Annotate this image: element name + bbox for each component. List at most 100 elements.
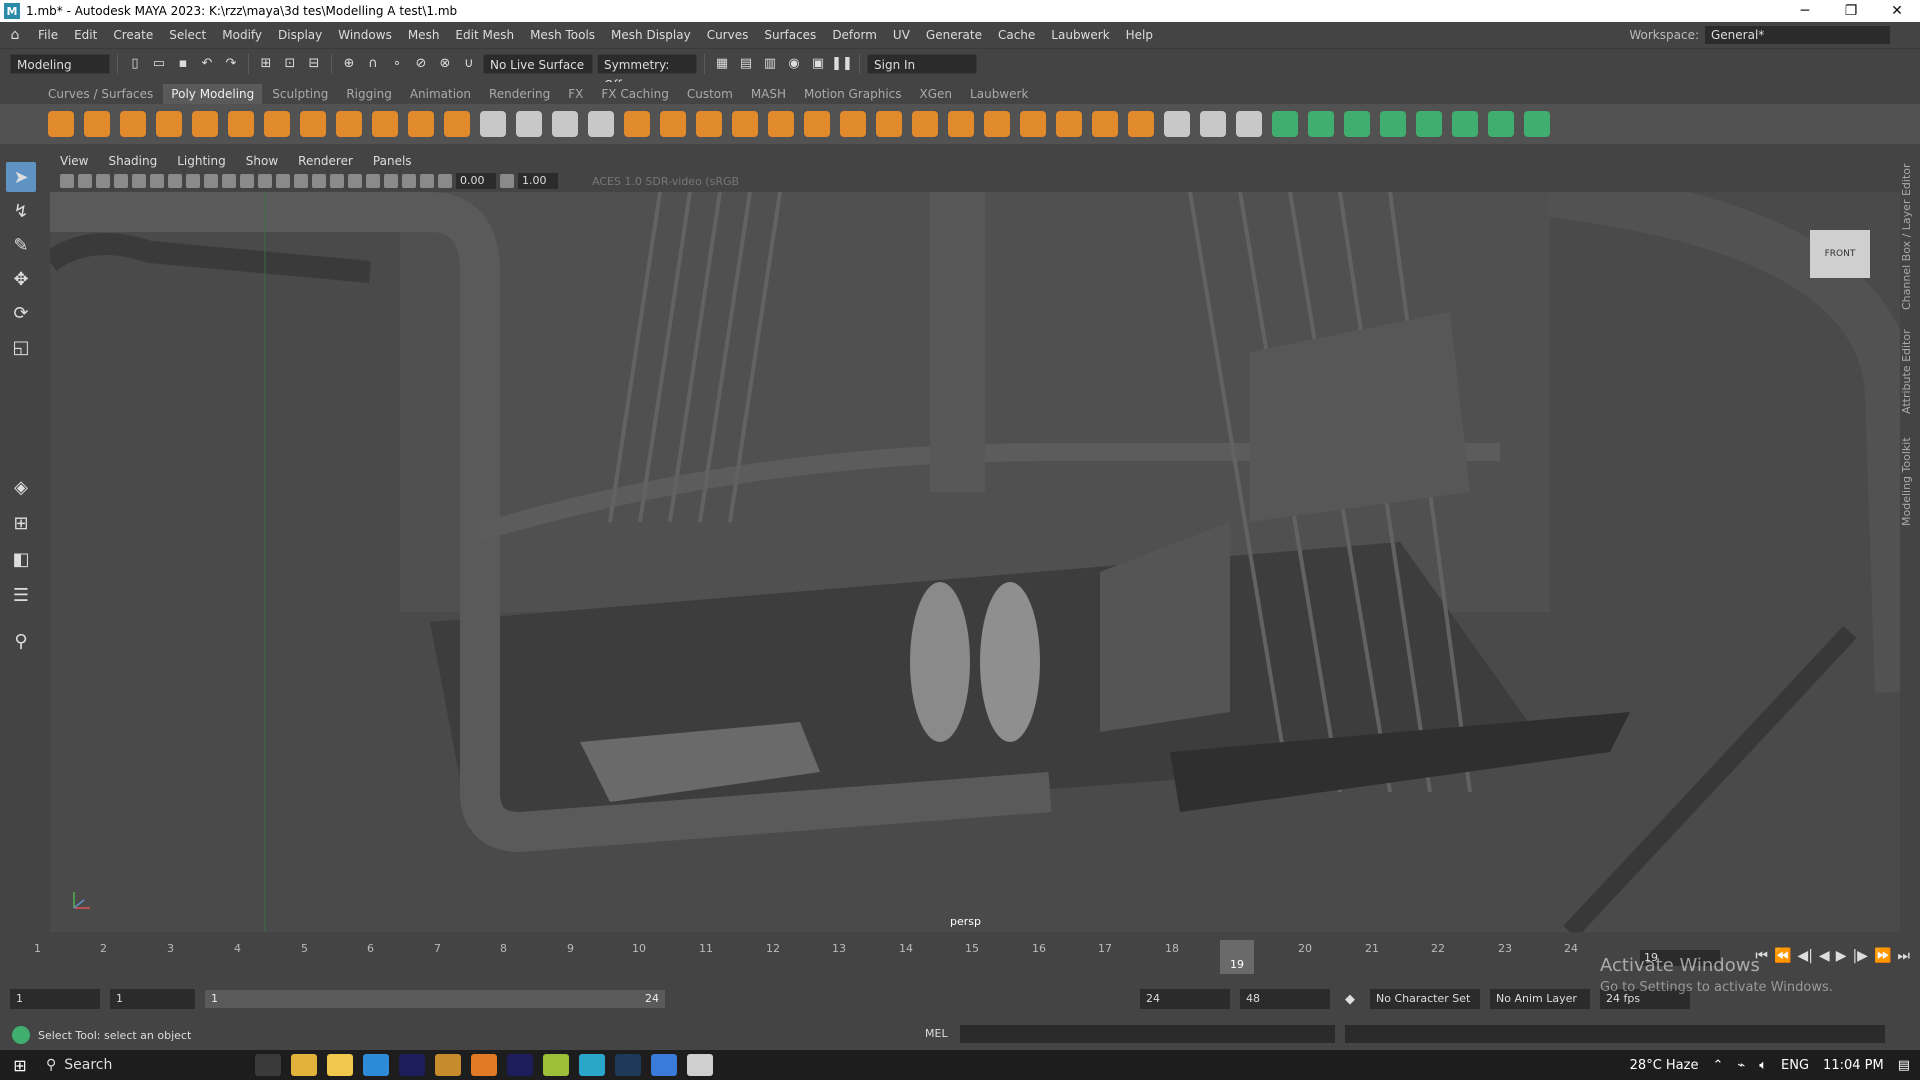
photoshop-icon[interactable]	[615, 1054, 641, 1076]
shelf-tab-mash[interactable]: MASH	[743, 84, 794, 104]
scene-end-field[interactable]: 48	[1240, 989, 1330, 1009]
scale-icon[interactable]: ◱	[6, 332, 36, 362]
render-view-icon[interactable]: ▣	[808, 54, 828, 74]
attribute-editor-tab[interactable]: Attribute Editor	[1900, 322, 1920, 422]
super-shape-icon[interactable]	[336, 111, 362, 137]
menu-generate[interactable]: Generate	[918, 22, 990, 48]
svg-tool-icon[interactable]	[444, 111, 470, 137]
combine-icon[interactable]	[624, 111, 650, 137]
quad-draw-icon[interactable]	[876, 111, 902, 137]
anim-layer-dropdown[interactable]: No Anim Layer	[1490, 989, 1590, 1009]
paint-select-icon[interactable]: ✎	[6, 230, 36, 260]
wireframe-on-shaded-icon[interactable]	[258, 174, 272, 188]
pause-render-icon[interactable]: ❚❚	[831, 54, 853, 74]
menu-mesh[interactable]: Mesh	[400, 22, 448, 48]
platonic-solid-icon[interactable]	[300, 111, 326, 137]
script-editor-icon[interactable]	[12, 1026, 30, 1044]
rotate-icon[interactable]: ⟳	[6, 298, 36, 328]
spin-edge-icon[interactable]	[1524, 111, 1550, 137]
shadows-icon[interactable]	[312, 174, 326, 188]
snap-view-icon[interactable]: ⊘	[411, 54, 431, 74]
magnet-icon[interactable]: ∪	[459, 54, 479, 74]
save-scene-icon[interactable]: ▪	[173, 54, 193, 74]
poke-icon[interactable]	[1380, 111, 1406, 137]
shelf-tab-motion-graphics[interactable]: Motion Graphics	[796, 84, 910, 104]
snap-point-icon[interactable]: ∘	[387, 54, 407, 74]
symmetry-dropdown[interactable]: Symmetry: Off	[597, 53, 697, 92]
app-icon[interactable]	[543, 1054, 569, 1076]
shelf-tab-sculpting[interactable]: Sculpting	[264, 84, 336, 104]
gate-mask-icon[interactable]	[168, 174, 182, 188]
live-surface-field[interactable]: No Live Surface	[483, 53, 593, 74]
task-view-icon[interactable]	[255, 1054, 281, 1076]
menu-surfaces[interactable]: Surfaces	[756, 22, 824, 48]
playback-end-field[interactable]: 24	[1140, 989, 1230, 1009]
menu-curves[interactable]: Curves	[699, 22, 757, 48]
app-icon[interactable]	[435, 1054, 461, 1076]
remesh-icon[interactable]	[804, 111, 830, 137]
step-back-frame-icon[interactable]: ◀︎|	[1797, 948, 1812, 964]
gamma-field[interactable]: 1.00	[518, 173, 558, 189]
safe-action-icon[interactable]	[204, 174, 218, 188]
single-perspective-layout-icon[interactable]: ◈	[6, 472, 36, 502]
scene-start-field[interactable]: 1	[10, 989, 100, 1009]
volume-icon[interactable]: 🔈︎	[1759, 1058, 1767, 1073]
current-frame-marker[interactable]: 19	[1220, 940, 1254, 974]
poly-cone-icon[interactable]	[156, 111, 182, 137]
minimize-button[interactable]: ─	[1782, 0, 1828, 22]
command-line-input[interactable]	[960, 1025, 1335, 1043]
transform-constraint-icon[interactable]	[516, 111, 542, 137]
viewcube[interactable]: FRONT	[1810, 230, 1870, 278]
panel-menu-renderer[interactable]: Renderer	[288, 154, 363, 168]
center-pivot-icon[interactable]	[552, 111, 578, 137]
xray-icon[interactable]	[402, 174, 416, 188]
panel-menu-panels[interactable]: Panels	[363, 154, 422, 168]
retopo-icon[interactable]	[840, 111, 866, 137]
insert-edge-loop-icon[interactable]	[1200, 111, 1226, 137]
sweep-mesh-icon[interactable]	[372, 111, 398, 137]
snap-surface-icon[interactable]: ⊗	[435, 54, 455, 74]
poly-cube-icon[interactable]	[84, 111, 110, 137]
open-scene-icon[interactable]: ▭	[149, 54, 169, 74]
shelf-tab-fx-caching[interactable]: FX Caching	[593, 84, 676, 104]
ambient-occlusion-icon[interactable]	[330, 174, 344, 188]
vlc-icon[interactable]	[471, 1054, 497, 1076]
maya-taskbar-icon[interactable]	[579, 1054, 605, 1076]
menu-laubwerk[interactable]: Laubwerk	[1043, 22, 1117, 48]
file-explorer-icon[interactable]	[327, 1054, 353, 1076]
target-weld-icon[interactable]	[1308, 111, 1334, 137]
premiere-icon[interactable]	[507, 1054, 533, 1076]
weather-widget[interactable]: 28°C Haze	[1630, 1058, 1699, 1073]
four-view-layout-icon[interactable]: ⊞	[6, 508, 36, 538]
wireframe-icon[interactable]	[222, 174, 236, 188]
windows-start-icon[interactable]: ⊞	[0, 1050, 40, 1080]
select-object-icon[interactable]: ⊡	[280, 54, 300, 74]
camera-attributes-icon[interactable]	[60, 174, 74, 188]
isolate-select-icon[interactable]	[384, 174, 398, 188]
close-button[interactable]: ✕	[1874, 0, 1920, 22]
menu-mesh-display[interactable]: Mesh Display	[603, 22, 699, 48]
download-app-icon[interactable]	[363, 1054, 389, 1076]
exposure-field[interactable]: 0.00	[456, 173, 496, 189]
shelf-tab-laubwerk[interactable]: Laubwerk	[962, 84, 1036, 104]
merge-icon[interactable]	[1092, 111, 1118, 137]
move-icon[interactable]: ✥	[6, 264, 36, 294]
shelf-tab-rendering[interactable]: Rendering	[481, 84, 558, 104]
poly-disc-icon[interactable]	[264, 111, 290, 137]
menu-file[interactable]: File	[30, 22, 66, 48]
chevron-up-icon[interactable]: ⌃	[1712, 1058, 1723, 1073]
undo-icon[interactable]: ↶	[197, 54, 217, 74]
clock[interactable]: 11:04 PM	[1823, 1058, 1884, 1073]
lights-icon[interactable]	[294, 174, 308, 188]
taskbar-search[interactable]: ⚲ Search	[40, 1057, 250, 1073]
menu-deform[interactable]: Deform	[824, 22, 885, 48]
sign-in-button[interactable]: Sign In	[867, 53, 977, 74]
wedge-icon[interactable]	[1416, 111, 1442, 137]
shelf-tab-xgen[interactable]: XGen	[912, 84, 961, 104]
play-backwards-icon[interactable]: ◀	[1819, 948, 1830, 964]
calculator-icon[interactable]	[687, 1054, 713, 1076]
channel-box-tab[interactable]: Channel Box / Layer Editor	[1900, 162, 1920, 312]
bridge-icon[interactable]	[948, 111, 974, 137]
step-forward-key-icon[interactable]: ⏩	[1874, 948, 1891, 964]
fill-hole-icon[interactable]	[1056, 111, 1082, 137]
